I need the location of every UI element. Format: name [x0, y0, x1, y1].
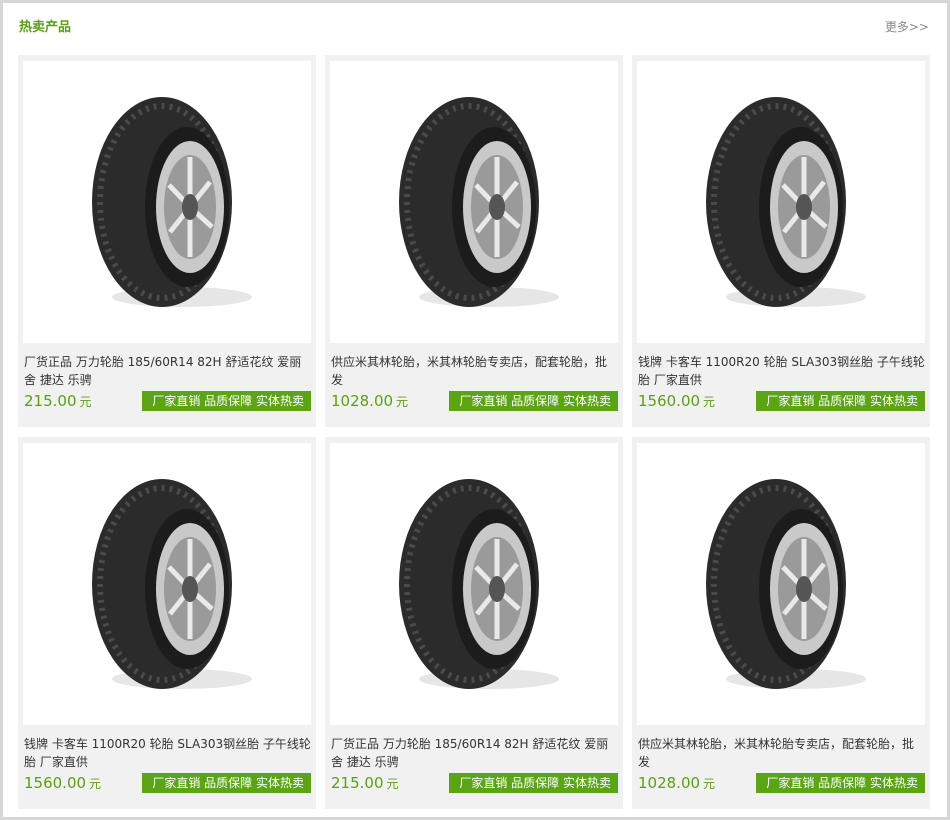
section-title: 热卖产品: [19, 20, 72, 35]
product-image[interactable]: [23, 61, 311, 343]
product-price: 215.00 元: [24, 392, 92, 410]
product-tags-badge: 厂家直销 品质保障 实体热卖: [142, 391, 311, 411]
product-image[interactable]: [23, 443, 311, 725]
price-value: 1560.00: [24, 774, 87, 792]
product-card: 钱牌 卡客车 1100R20 轮胎 SLA303钢丝胎 子午线轮胎 厂家直供 1…: [18, 437, 316, 809]
product-price: 1560.00 元: [24, 774, 101, 792]
price-value: 1028.00: [638, 774, 701, 792]
tire-wheel-icon: [399, 479, 559, 689]
tire-wheel-icon: [92, 479, 252, 689]
price-unit: 元: [386, 777, 399, 791]
product-name[interactable]: 供应米其林轮胎，米其林轮胎专卖店，配套轮胎，批发: [638, 735, 925, 771]
product-name[interactable]: 厂货正品 万力轮胎 185/60R14 82H 舒适花纹 爱丽舍 捷达 乐骋: [331, 735, 618, 771]
product-card: 供应米其林轮胎，米其林轮胎专卖店，配套轮胎，批发 1028.00 元 厂家直销 品…: [632, 437, 930, 809]
product-card: 厂货正品 万力轮胎 185/60R14 82H 舒适花纹 爱丽舍 捷达 乐骋 2…: [18, 55, 316, 427]
price-unit: 元: [396, 395, 409, 409]
price-value: 215.00: [24, 392, 77, 410]
price-unit: 元: [703, 777, 716, 791]
product-name[interactable]: 供应米其林轮胎，米其林轮胎专卖店，配套轮胎，批发: [331, 353, 618, 389]
price-value: 215.00: [331, 774, 384, 792]
price-unit: 元: [89, 777, 102, 791]
product-tags-badge: 厂家直销 品质保障 实体热卖: [756, 391, 925, 411]
more-link[interactable]: 更多>>: [885, 18, 929, 35]
product-price: 215.00 元: [331, 774, 399, 792]
product-card: 厂货正品 万力轮胎 185/60R14 82H 舒适花纹 爱丽舍 捷达 乐骋 2…: [325, 437, 623, 809]
product-image[interactable]: [637, 61, 925, 343]
product-card: 供应米其林轮胎，米其林轮胎专卖店，配套轮胎，批发 1028.00 元 厂家直销 品…: [325, 55, 623, 427]
product-price: 1028.00 元: [638, 774, 715, 792]
price-unit: 元: [79, 395, 92, 409]
product-price: 1028.00 元: [331, 392, 408, 410]
hot-products-panel: 热卖产品 更多>> 厂货正品 万力轮胎 185/60R14 82H 舒适花纹 爱…: [3, 3, 947, 817]
product-image[interactable]: [637, 443, 925, 725]
tire-wheel-icon: [399, 97, 559, 307]
tire-wheel-icon: [706, 479, 866, 689]
product-tags-badge: 厂家直销 品质保障 实体热卖: [756, 773, 925, 793]
product-name[interactable]: 钱牌 卡客车 1100R20 轮胎 SLA303钢丝胎 子午线轮胎 厂家直供: [638, 353, 925, 389]
tire-wheel-icon: [706, 97, 866, 307]
product-image[interactable]: [330, 61, 618, 343]
product-name[interactable]: 钱牌 卡客车 1100R20 轮胎 SLA303钢丝胎 子午线轮胎 厂家直供: [24, 735, 311, 771]
product-grid: 厂货正品 万力轮胎 185/60R14 82H 舒适花纹 爱丽舍 捷达 乐骋 2…: [18, 55, 932, 809]
product-price: 1560.00 元: [638, 392, 715, 410]
price-unit: 元: [703, 395, 716, 409]
product-image[interactable]: [330, 443, 618, 725]
price-value: 1560.00: [638, 392, 701, 410]
tire-wheel-icon: [92, 97, 252, 307]
product-name[interactable]: 厂货正品 万力轮胎 185/60R14 82H 舒适花纹 爱丽舍 捷达 乐骋: [24, 353, 311, 389]
product-tags-badge: 厂家直销 品质保障 实体热卖: [449, 391, 618, 411]
price-value: 1028.00: [331, 392, 394, 410]
product-card: 钱牌 卡客车 1100R20 轮胎 SLA303钢丝胎 子午线轮胎 厂家直供 1…: [632, 55, 930, 427]
product-tags-badge: 厂家直销 品质保障 实体热卖: [142, 773, 311, 793]
product-tags-badge: 厂家直销 品质保障 实体热卖: [449, 773, 618, 793]
